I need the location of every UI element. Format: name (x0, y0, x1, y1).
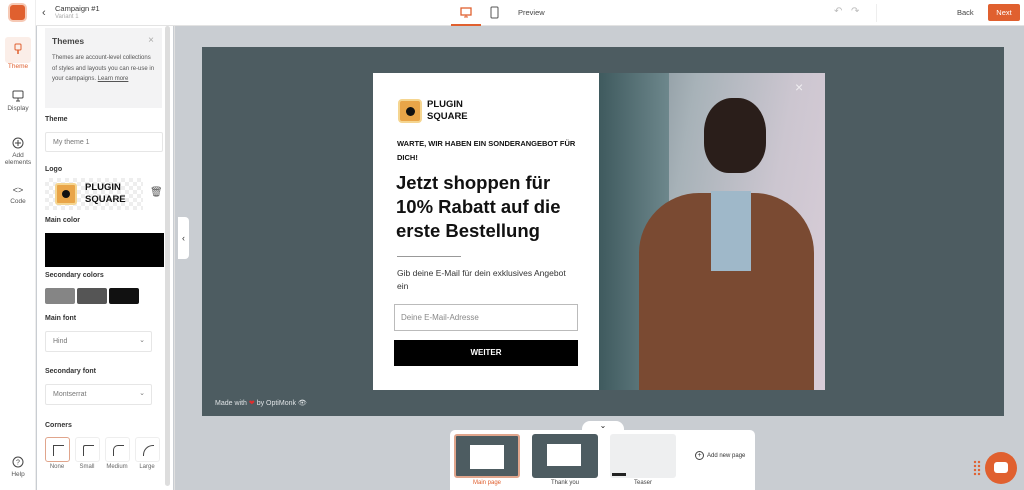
main-font-label: Main font (45, 315, 77, 322)
drag-handle-icon[interactable] (973, 460, 981, 476)
secondary-color-1[interactable] (45, 288, 75, 304)
help-icon: ? (12, 456, 24, 468)
page-label-main: Main page (472, 480, 502, 486)
secondary-font-value: Montserrat (53, 391, 87, 398)
corner-medium-label: Medium (106, 464, 128, 470)
main-color-label: Main color (45, 217, 81, 224)
corner-large[interactable] (135, 437, 160, 462)
themes-info-box: Themes × Themes are account-level collec… (45, 28, 162, 108)
page-label-teaser: Teaser (633, 480, 652, 486)
logo-mark-icon (55, 183, 77, 205)
rail-theme-label: Theme (7, 63, 29, 70)
collapse-panel-button[interactable]: ‹ (178, 217, 189, 259)
help-label: Help (11, 471, 25, 478)
info-title: Themes (52, 36, 85, 46)
popup-image: × (599, 73, 825, 390)
chat-button[interactable] (985, 452, 1017, 484)
paint-brush-icon (14, 43, 22, 54)
chevron-down-icon: ⌄ (139, 337, 145, 344)
main-font-value: Hind (53, 338, 68, 345)
undo-icon[interactable]: ↶ (834, 6, 842, 17)
next-button[interactable]: Next (988, 4, 1020, 21)
secondary-font-label: Secondary font (45, 368, 96, 375)
secondary-colors-label: Secondary colors (45, 272, 104, 279)
theme-input[interactable]: My theme 1 (45, 132, 163, 152)
popup-headline: Jetzt shoppen für 10% Rabatt auf die ers… (396, 172, 561, 241)
theme-panel: Themes × Themes are account-level collec… (37, 26, 173, 490)
popup-subtext: Gib deine E-Mail für dein exklusives Ang… (397, 268, 566, 291)
page-thumb-main[interactable] (454, 434, 520, 478)
theme-label: Theme (45, 116, 68, 123)
display-icon (12, 90, 24, 102)
secondary-font-select[interactable]: Montserrat ⌄ (45, 384, 152, 405)
made-with-optimonk[interactable]: Made with ❤ by OptiMonk 👁 (215, 399, 307, 407)
logo-text: PLUGIN SQUARE (85, 182, 126, 205)
main-color-swatch[interactable] (45, 233, 164, 267)
corner-medium[interactable] (105, 437, 130, 462)
chevron-down-icon: ⌄ (139, 390, 145, 397)
corner-small-label: Small (79, 464, 95, 470)
secondary-color-2[interactable] (77, 288, 107, 304)
back-chevron-icon[interactable]: ‹ (42, 7, 46, 19)
popup-logo-icon (398, 99, 422, 123)
svg-text:?: ? (16, 460, 20, 467)
learn-more-link[interactable]: Learn more (98, 76, 129, 82)
redo-icon[interactable]: ↷ (851, 6, 859, 17)
mobile-icon (490, 6, 499, 19)
logo-label: Logo (45, 166, 63, 173)
rail-add-elements-label: Add elements (4, 152, 32, 166)
trash-icon[interactable]: 🗑 (150, 187, 163, 198)
app-logo-icon (8, 3, 27, 22)
secondary-color-3[interactable] (109, 288, 139, 304)
corner-large-label: Large (139, 464, 155, 470)
close-icon[interactable]: × (148, 35, 154, 46)
logo-preview[interactable]: PLUGIN SQUARE (45, 178, 143, 210)
desktop-view-button[interactable] (451, 0, 481, 26)
page-label-thank-you: Thank you (550, 480, 580, 486)
popup-kicker: WARTE, WIR HABEN EIN SONDERANGEBOT FÜR D… (397, 139, 576, 162)
rail-add-elements[interactable]: Add elements (0, 137, 36, 166)
add-new-page-button[interactable]: + Add new page (695, 451, 745, 460)
mobile-view-button[interactable] (490, 6, 499, 24)
divider-line (397, 256, 461, 257)
rail-help[interactable]: ? Help (0, 456, 36, 478)
corner-none[interactable] (45, 437, 70, 462)
desktop-icon (460, 7, 472, 18)
top-bar: ‹ Campaign #1 Variant 1 Preview ↶ ↷ Back… (0, 0, 1024, 26)
email-input[interactable]: Deine E-Mail-Adresse (394, 304, 578, 331)
divider (876, 4, 877, 22)
page-thumb-teaser[interactable] (610, 434, 676, 478)
page-thumb-thank-you[interactable] (532, 434, 598, 478)
rail-code-label: Code (10, 198, 26, 205)
rail-display[interactable]: Display (0, 90, 36, 112)
plus-circle-icon (12, 137, 24, 149)
plus-circle-icon: + (695, 451, 704, 460)
main-font-select[interactable]: Hind ⌄ (45, 331, 152, 352)
preview-button[interactable]: Preview (518, 8, 545, 17)
corner-small[interactable] (75, 437, 100, 462)
rail-theme[interactable]: Theme (0, 37, 36, 70)
popup-close-icon[interactable]: × (795, 79, 803, 95)
variant-name: Variant 1 (55, 14, 79, 20)
panel-scrollbar[interactable] (165, 26, 170, 486)
rail-code[interactable]: <> Code (0, 185, 36, 205)
chat-icon (994, 462, 1008, 473)
rail-display-label: Display (7, 105, 29, 112)
left-rail: Theme Display Add elements <> Code ? Hel… (0, 0, 36, 490)
code-icon: <> (12, 185, 24, 195)
back-button[interactable]: Back (957, 8, 974, 17)
panel-edge (174, 26, 175, 490)
weiter-button[interactable]: WEITER (394, 340, 578, 366)
popup-logo-text: PLUGIN SQUARE (427, 99, 468, 122)
campaign-title: Campaign #1 (55, 4, 100, 13)
corners-label: Corners (45, 422, 72, 429)
corner-none-label: None (49, 464, 65, 470)
